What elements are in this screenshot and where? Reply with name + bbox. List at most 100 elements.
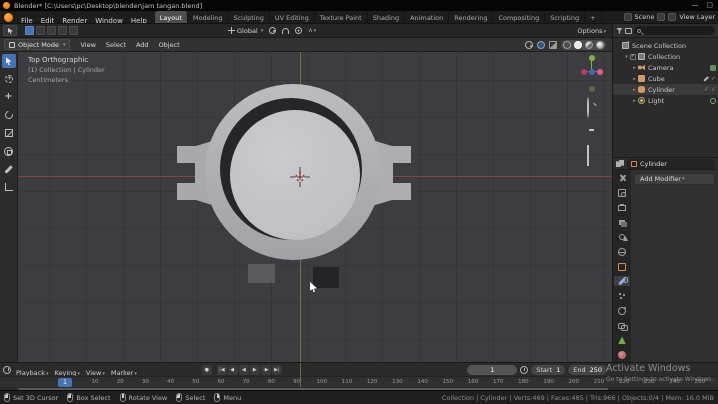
editor-type-icon[interactable] [616,160,624,167]
select-mode-option-icon[interactable] [58,26,67,35]
playback-sync-icon[interactable] [520,366,528,374]
expander-icon[interactable]: ▸ [631,87,638,93]
outliner-item-light[interactable]: ▸Light [613,95,718,106]
select-mode-option-icon[interactable] [47,26,56,35]
transform-orientation-dropdown[interactable]: Global [228,27,263,35]
viewport-menu-select[interactable]: Select [102,41,130,49]
shading-material-icon[interactable] [585,41,593,49]
active-tool-button[interactable] [3,25,17,36]
outliner-item-camera[interactable]: ▸Camera [613,62,718,73]
menu-window[interactable]: Window [91,17,127,25]
record-button[interactable]: ● [202,365,212,375]
blender-menu-icon[interactable] [4,13,13,22]
play-button[interactable]: ▶ [250,365,260,375]
expander-icon[interactable]: ▸ [631,98,638,104]
properties-tab-constraints[interactable] [614,321,630,331]
move-tool[interactable]: + [2,90,16,104]
current-frame-field[interactable]: 1 [467,365,517,375]
render-visibility-icon[interactable] [710,65,716,71]
frame-start-field[interactable]: Start1 [531,365,565,375]
measure-tool[interactable] [2,180,16,194]
filter-icon[interactable] [616,28,623,34]
properties-tab-scene[interactable] [614,232,630,242]
select-tool[interactable] [2,54,16,68]
workspace-tab-animation[interactable]: Animation [405,11,449,24]
viewport-menu-object[interactable]: Object [155,41,184,49]
properties-tab-physics[interactable] [614,306,630,316]
ortho-grid-icon[interactable] [587,145,589,166]
outliner-item-collection[interactable]: ▾Collection [613,51,718,62]
select-mode-option-icon[interactable] [25,26,34,35]
add-modifier-button[interactable]: Add Modifier [634,173,715,185]
properties-tab-data[interactable] [614,336,630,346]
cursor-tool[interactable] [2,72,16,86]
outliner-item-cube[interactable]: ▸Cube✓ [613,73,718,84]
overlays-toggle-icon[interactable] [537,41,545,49]
axis-z-handle[interactable] [589,69,595,75]
jump-start-button[interactable]: |◀ [217,365,227,375]
view-layer-selector[interactable]: View Layer [679,13,715,21]
proportional-falloff-dropdown[interactable]: ∧ [308,27,316,34]
outliner-item-cylinder[interactable]: ▸Cylinder✓✓ [613,84,718,95]
scene-selector[interactable]: Scene [635,13,655,21]
new-scene-icon[interactable] [657,13,665,21]
properties-tab-output[interactable] [614,203,630,213]
workspace-tab-modeling[interactable]: Modeling [188,11,229,24]
next-keyframe-button[interactable]: ·▶ [261,365,271,375]
workspace-tab-shading[interactable]: Shading [368,11,405,24]
select-mode-option-icon[interactable] [69,26,78,35]
edit-icon[interactable] [703,76,708,81]
properties-tab-render[interactable] [614,188,630,198]
axis-x-handle[interactable] [597,69,603,75]
workspace-tab-scripting[interactable]: Scripting [545,11,585,24]
menu-edit[interactable]: Edit [37,17,59,25]
collection-checkbox[interactable] [630,54,636,60]
transform-tool[interactable] [2,144,16,158]
snap-magnet-toggle[interactable] [282,28,289,34]
properties-tab-particles[interactable] [614,291,630,301]
rotate-tool[interactable] [2,108,16,122]
properties-tab-object[interactable] [614,262,630,272]
xray-toggle-icon[interactable] [549,41,557,49]
workspace-tab-sculpting[interactable]: Sculpting [228,11,269,24]
menu-help[interactable]: Help [127,17,151,25]
scene-icon[interactable] [624,13,632,21]
workspace-tab-+[interactable]: + [585,11,601,24]
workspace-tab-compositing[interactable]: Compositing [493,11,545,24]
expander-icon[interactable]: ▾ [623,54,630,60]
properties-tab-viewlayer[interactable] [614,217,630,227]
expander-icon[interactable]: ▸ [631,65,638,71]
play-reverse-button[interactable]: ◀ [239,365,249,375]
properties-tab-tool[interactable] [614,173,630,183]
shading-wireframe-icon[interactable] [563,41,571,49]
viewport-menu-view[interactable]: View [76,41,99,49]
properties-tab-material[interactable] [614,350,630,360]
properties-tab-modifiers[interactable] [614,276,630,286]
maximize-button[interactable]: ▢ [706,1,713,10]
jump-end-button[interactable]: ▶| [272,365,282,375]
pivot-point-dropdown[interactable] [269,27,276,34]
outliner-item-scene-collection[interactable]: Scene Collection [613,40,718,51]
workspace-tab-uv-editing[interactable]: UV Editing [270,11,315,24]
proportional-editing-toggle[interactable] [295,27,302,34]
scale-tool[interactable] [2,126,16,140]
workspace-tab-layout[interactable]: Layout [155,11,188,24]
light-toggle-icon[interactable] [710,98,716,104]
navigation-gizmo[interactable] [582,56,602,92]
minimize-button[interactable]: — [691,1,698,10]
prev-keyframe-button[interactable]: ◀· [228,365,238,375]
mode-selector[interactable]: Object Mode [4,39,70,50]
viewport-menu-add[interactable]: Add [132,41,153,49]
annotate-tool[interactable] [2,162,16,176]
current-frame-indicator[interactable]: 1 [58,378,72,387]
properties-tab-world[interactable] [614,247,630,257]
viewport-visibility-icon[interactable]: ✓ [711,75,716,82]
workspace-tab-texture-paint[interactable]: Texture Paint [315,11,368,24]
view-layer-icon[interactable] [668,13,676,21]
axis-x-neg-handle[interactable] [581,69,587,75]
axis-y-handle[interactable] [589,55,595,61]
menu-file[interactable]: File [17,17,37,25]
outliner-search-input[interactable] [634,26,715,35]
viewport-3d[interactable]: Top Orthographic (1) Collection | Cylind… [18,52,612,362]
expander-icon[interactable]: ▸ [631,76,638,82]
